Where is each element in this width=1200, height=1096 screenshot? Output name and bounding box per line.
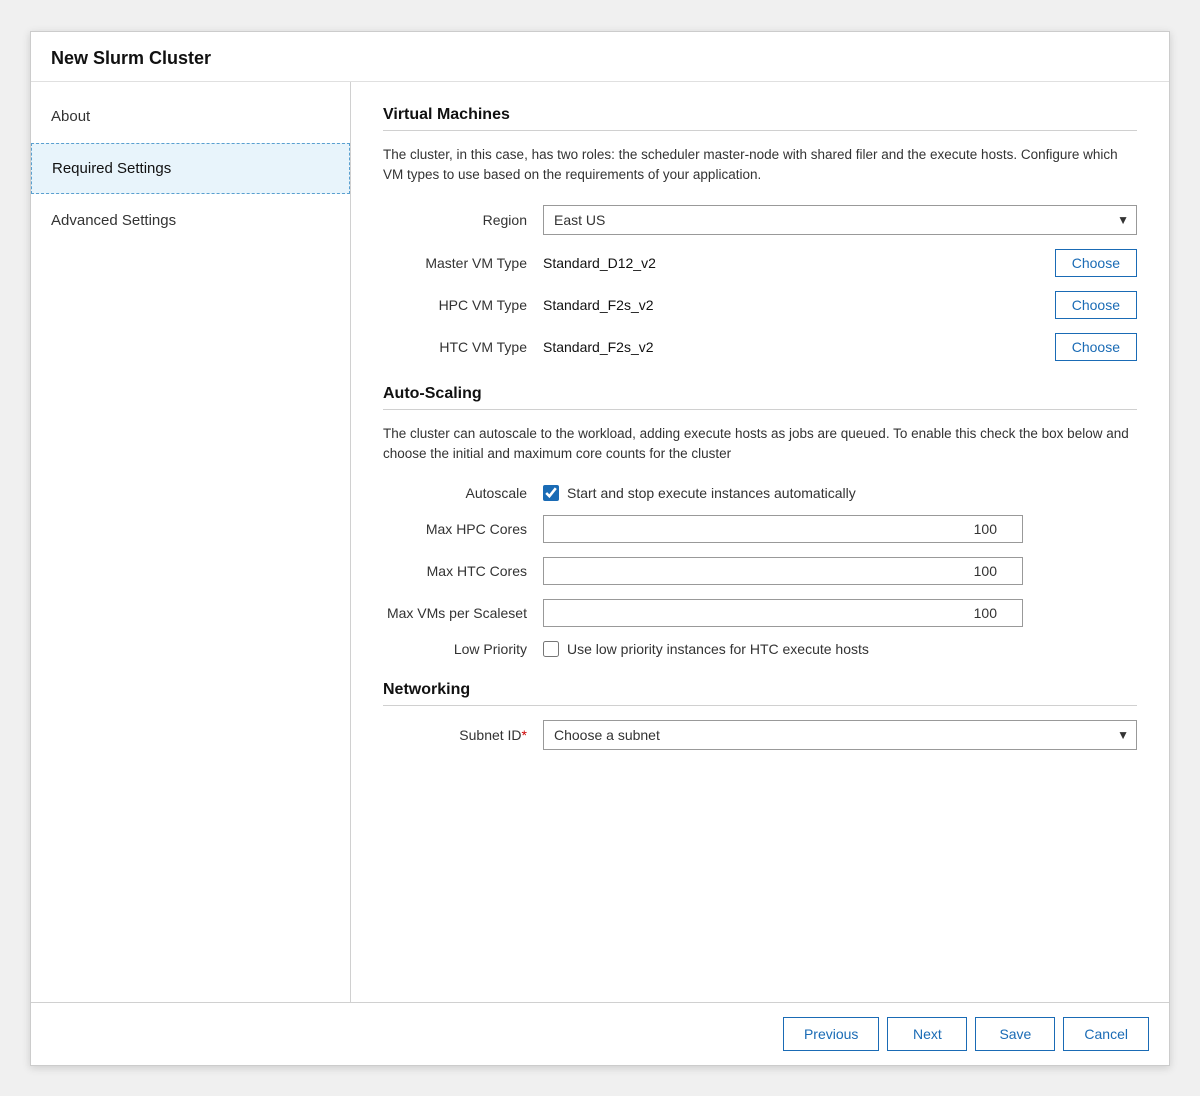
autoscale-checkbox[interactable] — [543, 485, 559, 501]
sidebar-item-advanced-settings[interactable]: Advanced Settings — [31, 196, 350, 245]
max-hpc-cores-input[interactable] — [543, 515, 1023, 543]
htc-vm-row: HTC VM Type Standard_F2s_v2 Choose — [383, 333, 1137, 361]
virtual-machines-section: Virtual Machines The cluster, in this ca… — [383, 106, 1137, 362]
region-control: East US West US Central US East US 2 Wes… — [543, 205, 1137, 235]
htc-vm-label: HTC VM Type — [383, 339, 543, 355]
max-htc-cores-label: Max HTC Cores — [383, 563, 543, 579]
master-vm-control: Standard_D12_v2 Choose — [543, 249, 1137, 277]
subnet-control: Choose a subnet ▼ — [543, 720, 1137, 750]
low-priority-checkbox-row: Use low priority instances for HTC execu… — [543, 641, 869, 657]
autoscale-checkbox-row: Start and stop execute instances automat… — [543, 485, 856, 501]
sidebar: About Required Settings Advanced Setting… — [31, 82, 351, 1002]
next-button[interactable]: Next — [887, 1017, 967, 1051]
hpc-vm-control: Standard_F2s_v2 Choose — [543, 291, 1137, 319]
max-hpc-cores-label: Max HPC Cores — [383, 521, 543, 537]
region-label: Region — [383, 212, 543, 228]
max-vms-row: Max VMs per Scaleset — [383, 599, 1137, 627]
hpc-vm-value: Standard_F2s_v2 — [543, 297, 1045, 313]
footer: Previous Next Save Cancel — [31, 1002, 1169, 1065]
subnet-label: Subnet ID* — [383, 727, 543, 743]
max-htc-cores-row: Max HTC Cores — [383, 557, 1137, 585]
max-hpc-cores-row: Max HPC Cores — [383, 515, 1137, 543]
hpc-vm-row: HPC VM Type Standard_F2s_v2 Choose — [383, 291, 1137, 319]
vm-section-desc: The cluster, in this case, has two roles… — [383, 145, 1137, 186]
max-htc-cores-control — [543, 557, 1137, 585]
sidebar-item-required-settings[interactable]: Required Settings — [31, 143, 350, 194]
autoscaling-section-title: Auto-Scaling — [383, 385, 1137, 403]
max-vms-control — [543, 599, 1137, 627]
vm-section-title: Virtual Machines — [383, 106, 1137, 124]
low-priority-control: Use low priority instances for HTC execu… — [543, 641, 1137, 657]
master-vm-row: Master VM Type Standard_D12_v2 Choose — [383, 249, 1137, 277]
networking-section-title: Networking — [383, 681, 1137, 699]
sidebar-item-about[interactable]: About — [31, 92, 350, 141]
region-row: Region East US West US Central US East U… — [383, 205, 1137, 235]
region-select-wrapper: East US West US Central US East US 2 Wes… — [543, 205, 1137, 235]
subnet-select[interactable]: Choose a subnet — [543, 720, 1137, 750]
max-hpc-cores-control — [543, 515, 1137, 543]
max-vms-label: Max VMs per Scaleset — [383, 605, 543, 621]
htc-vm-choose-button[interactable]: Choose — [1055, 333, 1137, 361]
main-window: New Slurm Cluster About Required Setting… — [30, 31, 1170, 1066]
htc-vm-value: Standard_F2s_v2 — [543, 339, 1045, 355]
hpc-vm-label: HPC VM Type — [383, 297, 543, 313]
window-header: New Slurm Cluster — [31, 32, 1169, 82]
master-vm-label: Master VM Type — [383, 255, 543, 271]
autoscale-row: Autoscale Start and stop execute instanc… — [383, 485, 1137, 501]
networking-section: Networking Subnet ID* Choose a subnet ▼ — [383, 681, 1137, 750]
save-button[interactable]: Save — [975, 1017, 1055, 1051]
max-htc-cores-input[interactable] — [543, 557, 1023, 585]
autoscaling-section-desc: The cluster can autoscale to the workloa… — [383, 424, 1137, 465]
region-select[interactable]: East US West US Central US East US 2 Wes… — [543, 205, 1137, 235]
auto-scaling-section: Auto-Scaling The cluster can autoscale t… — [383, 385, 1137, 657]
max-vms-input[interactable] — [543, 599, 1023, 627]
cancel-button[interactable]: Cancel — [1063, 1017, 1149, 1051]
subnet-row: Subnet ID* Choose a subnet ▼ — [383, 720, 1137, 750]
autoscale-checkbox-label: Start and stop execute instances automat… — [567, 485, 856, 501]
subnet-required-star: * — [522, 727, 527, 743]
master-vm-choose-button[interactable]: Choose — [1055, 249, 1137, 277]
window-title: New Slurm Cluster — [51, 48, 211, 68]
low-priority-checkbox-label: Use low priority instances for HTC execu… — [567, 641, 869, 657]
low-priority-row: Low Priority Use low priority instances … — [383, 641, 1137, 657]
hpc-vm-choose-button[interactable]: Choose — [1055, 291, 1137, 319]
subnet-select-wrapper: Choose a subnet ▼ — [543, 720, 1137, 750]
autoscale-control: Start and stop execute instances automat… — [543, 485, 1137, 501]
master-vm-value: Standard_D12_v2 — [543, 255, 1045, 271]
main-content: Virtual Machines The cluster, in this ca… — [351, 82, 1169, 1002]
htc-vm-control: Standard_F2s_v2 Choose — [543, 333, 1137, 361]
low-priority-label: Low Priority — [383, 641, 543, 657]
autoscale-label: Autoscale — [383, 485, 543, 501]
low-priority-checkbox[interactable] — [543, 641, 559, 657]
previous-button[interactable]: Previous — [783, 1017, 879, 1051]
window-body: About Required Settings Advanced Setting… — [31, 82, 1169, 1002]
